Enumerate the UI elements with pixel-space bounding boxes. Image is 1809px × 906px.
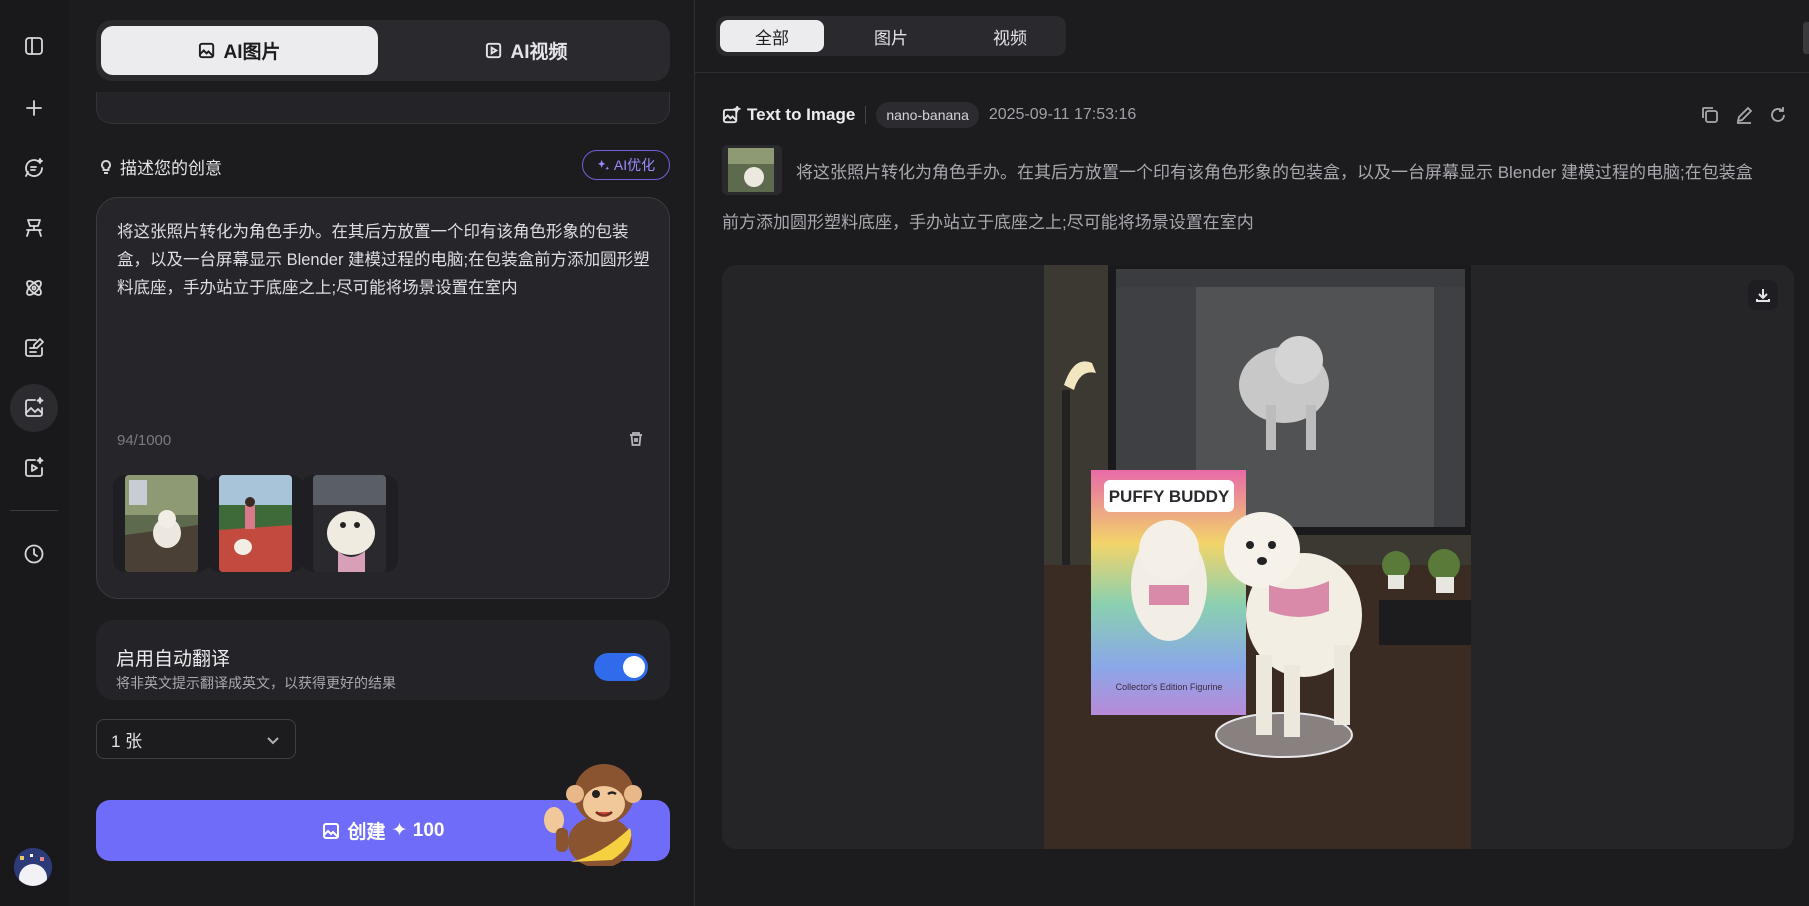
plus-icon[interactable]: [10, 84, 58, 132]
trash-icon[interactable]: [627, 430, 647, 450]
generation-timestamp: 2025-09-11 17:53:16: [988, 106, 1137, 123]
image-sparkle-icon: [722, 105, 741, 123]
auto-translate-toggle[interactable]: [594, 653, 648, 681]
meta-separator: [865, 106, 867, 124]
edit-doc-icon[interactable]: [10, 324, 58, 372]
image-count-select[interactable]: 1 张: [96, 719, 296, 759]
lightbulb-icon: [101, 159, 111, 174]
history-clock-icon[interactable]: [10, 530, 58, 578]
result-actions: [1700, 105, 1788, 125]
ai-image-tab[interactable]: AI图片: [101, 26, 378, 75]
box-caption-text: Collector's Edition Figurine: [1116, 682, 1223, 692]
image-sparkle-icon[interactable]: [10, 384, 58, 432]
ai-video-label: AI视频: [510, 42, 568, 63]
atom-icon[interactable]: [10, 264, 58, 312]
filter-tabs: 全部 图片 视频: [716, 16, 1066, 56]
chat-sparkle-icon[interactable]: [10, 144, 58, 192]
section-title-label: 描述您的创意: [120, 159, 222, 178]
result-prompt-line-2: 前方添加圆形塑料底座，手办站立于底座之上;尽可能将场景设置在室内: [722, 213, 1254, 232]
tab-images[interactable]: 图片: [839, 20, 943, 52]
prompt-section-title: 描述您的创意: [98, 154, 222, 179]
prompt-textarea[interactable]: 将这张照片转化为角色手办。在其后方放置一个印有该角色形象的包装盒，以及一台屏幕显…: [96, 197, 670, 599]
result-meta: Text to Image nano-banana 2025-09-11 17:…: [722, 100, 1136, 130]
sidebar-toggle-icon[interactable]: [10, 22, 58, 70]
tab-images-label: 图片: [874, 28, 908, 48]
icon-rail: [0, 0, 69, 906]
prompt-text[interactable]: 将这张照片转化为角色手办。在其后方放置一个印有该角色形象的包装盒，以及一台屏幕显…: [117, 218, 657, 302]
copy-icon[interactable]: [1700, 105, 1720, 125]
sparkle-icon: [597, 159, 609, 170]
chair-icon[interactable]: [10, 204, 58, 252]
ai-optimize-button[interactable]: AI优化: [582, 150, 670, 180]
image-sparkle-icon: [199, 42, 215, 59]
tab-videos[interactable]: 视频: [958, 20, 1062, 52]
auto-translate-card: 启用自动翻译 将非英文提示翻译成英文，以获得更好的结果: [96, 620, 670, 700]
create-label: 创建: [347, 822, 386, 843]
ai-optimize-label: AI优化: [613, 157, 656, 173]
create-cost: ✦ 100: [391, 820, 445, 841]
regenerate-icon[interactable]: [1768, 105, 1788, 125]
mode-switch: AI图片 AI视频: [96, 20, 670, 81]
image-count-value: 1 张: [111, 731, 143, 751]
image-sparkle-icon: [322, 822, 339, 839]
box-brand-text: PUFFY BUDDY: [1109, 487, 1230, 506]
video-sparkle-icon[interactable]: [10, 444, 58, 492]
edit-icon[interactable]: [1734, 105, 1754, 125]
header-divider: [695, 72, 1809, 73]
tab-all-label: 全部: [755, 28, 789, 48]
chevron-down-icon: [267, 737, 279, 745]
result-prompt-line-1: 将这张照片转化为角色手办。在其后方放置一个印有该角色形象的包装盒，以及一台屏幕显…: [796, 163, 1753, 182]
video-sparkle-icon: [486, 42, 502, 59]
char-count: 94/1000: [117, 432, 172, 449]
model-badge: nano-banana: [876, 102, 979, 128]
avatar[interactable]: [14, 848, 52, 886]
tab-videos-label: 视频: [993, 28, 1027, 48]
collapsed-section: [96, 92, 670, 124]
toggle-knob: [623, 656, 645, 678]
ai-image-label: AI图片: [223, 42, 281, 63]
monkey-mascot-icon: [544, 764, 642, 866]
download-button[interactable]: [1748, 280, 1778, 310]
ai-video-tab[interactable]: AI视频: [388, 26, 665, 75]
rail-divider: [10, 510, 58, 511]
generation-type-label: Text to Image: [747, 105, 856, 124]
auto-translate-subtitle: 将非英文提示翻译成英文，以获得更好的结果: [116, 675, 396, 691]
reference-image-3[interactable]: [301, 475, 398, 572]
auto-translate-title: 启用自动翻译: [116, 649, 231, 670]
generated-image[interactable]: PUFFY BUDDY Collector's Edition Figurine: [1044, 265, 1471, 849]
reference-image-1[interactable]: [113, 475, 210, 572]
tab-all[interactable]: 全部: [720, 20, 824, 52]
panel-handle[interactable]: [1803, 22, 1809, 54]
prompt-reference-thumb[interactable]: [722, 145, 782, 195]
generation-type: Text to Image: [722, 105, 855, 125]
download-icon: [1756, 289, 1770, 302]
reference-image-2[interactable]: [207, 475, 304, 572]
